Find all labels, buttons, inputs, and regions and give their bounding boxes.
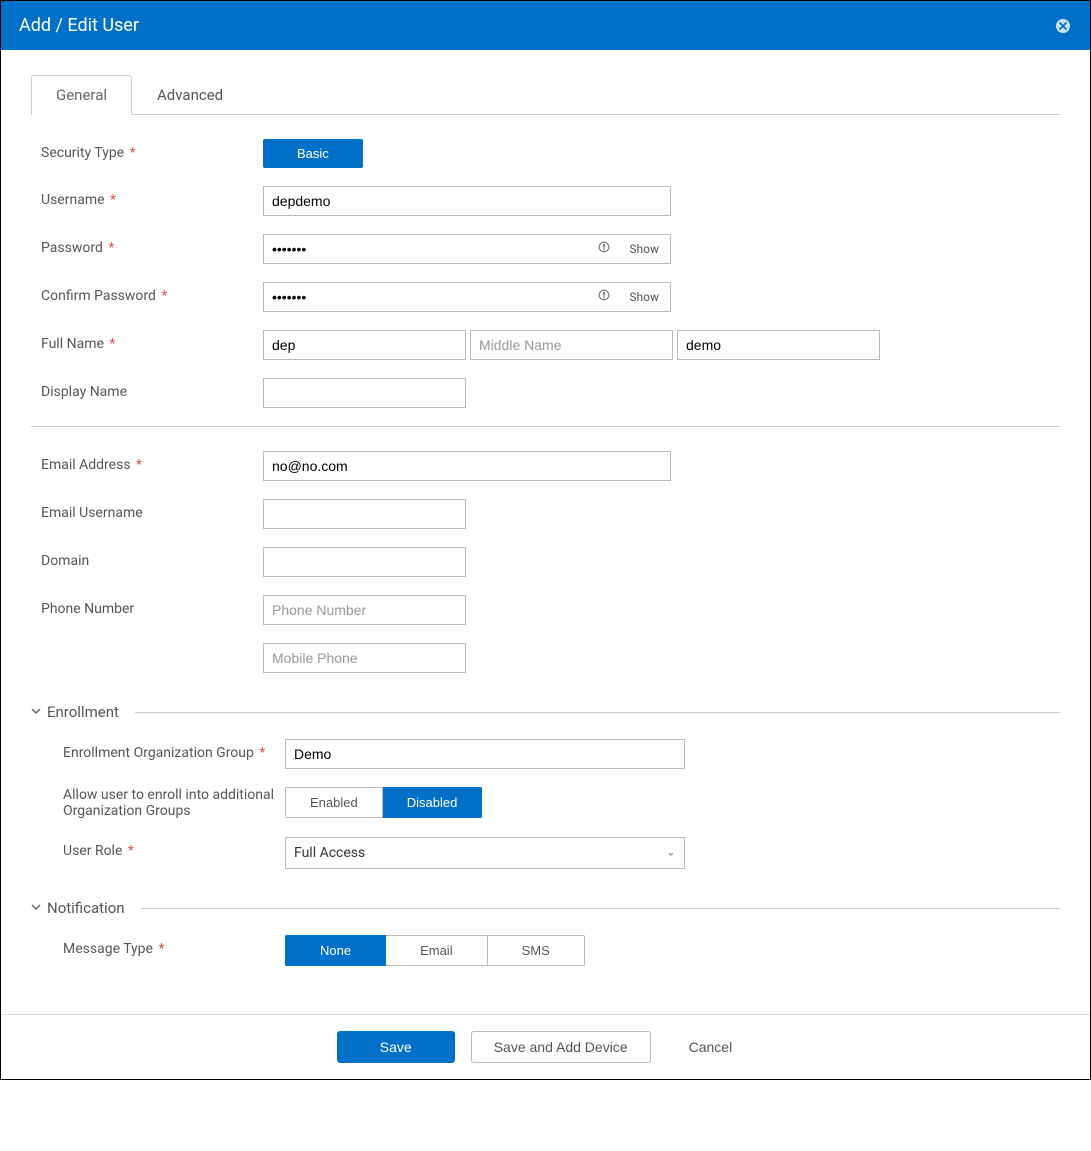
section-notification-toggle[interactable]: Notification bbox=[31, 899, 1060, 917]
label-email-username: Email Username bbox=[41, 499, 263, 521]
cancel-button[interactable]: Cancel bbox=[667, 1032, 755, 1062]
mobile-phone-input[interactable] bbox=[263, 643, 466, 673]
label-display-name: Display Name bbox=[41, 378, 263, 400]
section-notification-title: Notification bbox=[47, 899, 125, 917]
message-type-email-button[interactable]: Email bbox=[386, 935, 488, 966]
tab-general[interactable]: General bbox=[31, 75, 132, 115]
label-phone-number: Phone Number bbox=[41, 595, 263, 617]
modal-header: Add / Edit User bbox=[1, 1, 1090, 50]
user-role-select[interactable]: Full Access bbox=[285, 837, 685, 869]
add-edit-user-modal: Add / Edit User General Advanced Securit… bbox=[0, 0, 1091, 1080]
label-full-name: Full Name * bbox=[41, 330, 263, 352]
save-and-add-device-button[interactable]: Save and Add Device bbox=[471, 1031, 651, 1063]
label-confirm-password: Confirm Password * bbox=[41, 282, 263, 304]
email-username-input[interactable] bbox=[263, 499, 466, 529]
save-button[interactable]: Save bbox=[337, 1031, 455, 1063]
password-show-toggle[interactable]: Show bbox=[629, 242, 659, 256]
message-type-toggle: None Email SMS bbox=[285, 935, 585, 966]
message-type-sms-button[interactable]: SMS bbox=[488, 935, 585, 966]
label-security-type: Security Type * bbox=[41, 139, 263, 161]
label-password: Password * bbox=[41, 234, 263, 256]
section-enrollment-toggle[interactable]: Enrollment bbox=[31, 703, 1060, 721]
label-user-role: User Role * bbox=[63, 837, 285, 859]
label-allow-enroll: Allow user to enroll into additional Org… bbox=[63, 787, 285, 819]
allow-enroll-enabled-button[interactable]: Enabled bbox=[285, 787, 383, 818]
first-name-input[interactable] bbox=[263, 330, 466, 360]
last-name-input[interactable] bbox=[677, 330, 880, 360]
tab-advanced[interactable]: Advanced bbox=[132, 75, 248, 115]
label-domain: Domain bbox=[41, 547, 263, 569]
enrollment-org-group-input[interactable] bbox=[285, 739, 685, 769]
confirm-password-key-icon bbox=[597, 288, 611, 306]
close-icon bbox=[1055, 18, 1071, 34]
modal-footer: Save Save and Add Device Cancel bbox=[1, 1014, 1090, 1079]
allow-enroll-disabled-button[interactable]: Disabled bbox=[383, 787, 483, 818]
chevron-down-icon bbox=[31, 704, 41, 720]
label-username: Username * bbox=[41, 186, 263, 208]
section-enrollment-title: Enrollment bbox=[47, 703, 119, 721]
message-type-none-button[interactable]: None bbox=[285, 935, 386, 966]
domain-input[interactable] bbox=[263, 547, 466, 577]
label-enrollment-org-group: Enrollment Organization Group * bbox=[63, 739, 285, 761]
security-type-basic-button[interactable]: Basic bbox=[263, 139, 363, 168]
confirm-password-show-toggle[interactable]: Show bbox=[629, 290, 659, 304]
allow-enroll-toggle: Enabled Disabled bbox=[285, 787, 482, 818]
label-message-type: Message Type * bbox=[63, 935, 285, 957]
phone-number-input[interactable] bbox=[263, 595, 466, 625]
tabs: General Advanced bbox=[31, 74, 1060, 115]
password-key-icon bbox=[597, 240, 611, 258]
middle-name-input[interactable] bbox=[470, 330, 673, 360]
form-general: Security Type * Basic Username * Passwor… bbox=[31, 115, 1060, 966]
modal-body: General Advanced Security Type * Basic U… bbox=[1, 50, 1090, 1014]
email-address-input[interactable] bbox=[263, 451, 671, 481]
modal-title: Add / Edit User bbox=[19, 15, 139, 36]
username-input[interactable] bbox=[263, 186, 671, 216]
label-email-address: Email Address * bbox=[41, 451, 263, 473]
display-name-input[interactable] bbox=[263, 378, 466, 408]
chevron-down-icon bbox=[31, 900, 41, 916]
divider bbox=[31, 426, 1060, 427]
close-button[interactable] bbox=[1054, 17, 1072, 35]
